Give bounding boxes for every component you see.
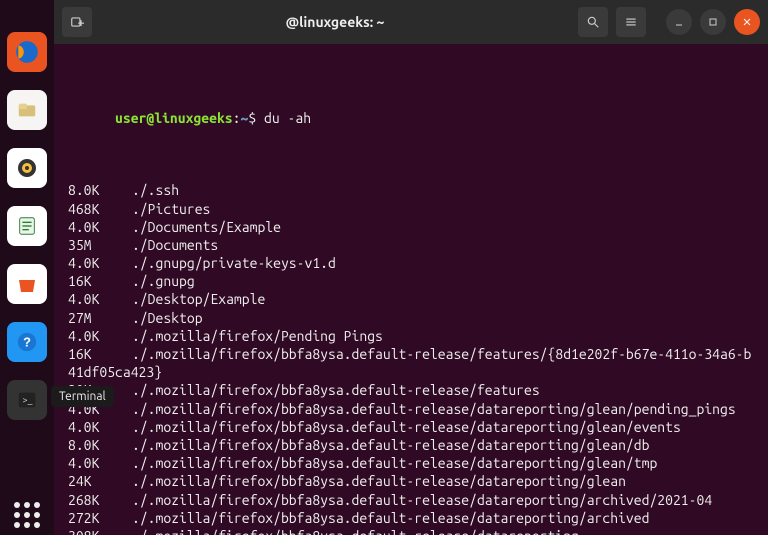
path-value: ./Documents [132,237,218,253]
path-value: ./.mozilla/firefox/bbfa8ysa.default-rele… [132,437,649,453]
menu-button[interactable] [616,7,646,37]
path-value: ./.mozilla/firefox/bbfa8ysa.default-rele… [132,382,540,398]
dock: ? >_ Terminal [0,0,54,535]
size-value: 4.0K [68,418,132,436]
size-value: 27M [68,309,132,327]
path-value: ./.mozilla/firefox/bbfa8ysa.default-rele… [132,401,736,417]
svg-text:>_: >_ [22,394,33,405]
prompt-line: user@linuxgeeks:~$ du -ah [68,90,754,145]
search-button[interactable] [578,7,608,37]
dock-icon-files[interactable] [7,90,47,130]
path-value: ./Documents/Example [132,219,281,235]
path-value: ./.gnupg [132,273,195,289]
size-value: 8.0K [68,436,132,454]
path-value: ./.mozilla/firefox/bbfa8ysa.default-rele… [132,419,681,435]
path-value: ./.mozilla/firefox/bbfa8ysa.default-rele… [132,528,579,535]
output-line: 8.0K./.ssh [68,181,754,199]
path-value: ./.mozilla/firefox/bbfa8ysa.default-rele… [132,510,649,526]
new-tab-button[interactable] [62,7,92,37]
dock-icon-firefox[interactable] [7,32,47,72]
dock-icon-apps[interactable] [7,495,47,535]
path-value: ./.mozilla/firefox/Pending Pings [132,328,383,344]
output-line: 35M./Documents [68,236,754,254]
size-value: 8.0K [68,181,132,199]
size-value: 16K [68,272,132,290]
output-line: 4.0K./.mozilla/firefox/bbfa8ysa.default-… [68,418,754,436]
dock-tooltip: Terminal [51,386,114,407]
size-value: 35M [68,236,132,254]
output-line: 4.0K./.mozilla/firefox/bbfa8ysa.default-… [68,454,754,472]
dock-icon-rhythmbox[interactable] [7,148,47,188]
output-line: 4.0K./.mozilla/firefox/Pending Pings [68,327,754,345]
size-value: 4.0K [68,290,132,308]
size-value: 4.0K [68,454,132,472]
titlebar: @linuxgeeks: ~ [54,0,768,44]
output-line: 4.0K./Documents/Example [68,218,754,236]
output-line: 272K./.mozilla/firefox/bbfa8ysa.default-… [68,509,754,527]
svg-text:?: ? [23,335,31,350]
size-value: 16K [68,345,132,363]
size-value: 268K [68,491,132,509]
output-line: 16K./.mozilla/firefox/bbfa8ysa.default-r… [68,345,754,381]
path-value: ./.mozilla/firefox/bbfa8ysa.default-rele… [68,346,751,380]
size-value: 4.0K [68,327,132,345]
output-line: 24K./.mozilla/firefox/bbfa8ysa.default-r… [68,472,754,490]
maximize-button[interactable] [700,9,726,35]
path-value: ./Desktop/Example [132,291,265,307]
path-value: ./.mozilla/firefox/bbfa8ysa.default-rele… [132,492,712,508]
terminal-body[interactable]: user@linuxgeeks:~$ du -ah 8.0K./.ssh468K… [54,44,768,535]
output-line: 27M./Desktop [68,309,754,327]
dock-icon-writer[interactable] [7,206,47,246]
path-value: ./.ssh [132,182,179,198]
size-value: 468K [68,200,132,218]
output-line: 468K./Pictures [68,200,754,218]
path-value: ./.mozilla/firefox/bbfa8ysa.default-rele… [132,455,657,471]
output-line: 4.0K./Desktop/Example [68,290,754,308]
output-line: 4.0K./.gnupg/private-keys-v1.d [68,254,754,272]
size-value: 4.0K [68,254,132,272]
path-value: ./Pictures [132,201,210,217]
path-value: ./.mozilla/firefox/bbfa8ysa.default-rele… [132,473,626,489]
dock-icon-terminal[interactable]: >_ Terminal [7,380,47,420]
dock-icon-help[interactable]: ? [7,322,47,362]
output-line: 4.0K./.mozilla/firefox/bbfa8ysa.default-… [68,400,754,418]
path-value: ./.gnupg/private-keys-v1.d [132,255,336,271]
size-value: 308K [68,527,132,535]
dock-icon-software[interactable] [7,264,47,304]
output-line: 268K./.mozilla/firefox/bbfa8ysa.default-… [68,491,754,509]
minimize-button[interactable] [666,9,692,35]
command-output: 8.0K./.ssh468K./Pictures4.0K./Documents/… [68,181,754,535]
command-text: du -ah [264,110,311,126]
size-value: 4.0K [68,218,132,236]
output-line: 8.0K./.mozilla/firefox/bbfa8ysa.default-… [68,436,754,454]
apps-grid-icon [9,497,45,533]
size-value: 272K [68,509,132,527]
close-button[interactable] [734,9,760,35]
path-value: ./Desktop [132,310,203,326]
window-title: @linuxgeeks: ~ [100,14,570,30]
terminal-window: @linuxgeeks: ~ user@linuxgeeks:~$ du -ah… [54,0,768,535]
size-value: 24K [68,472,132,490]
output-line: 16K./.gnupg [68,272,754,290]
output-line: 308K./.mozilla/firefox/bbfa8ysa.default-… [68,527,754,535]
prompt-userhost: user@linuxgeeks [115,110,233,126]
output-line: 20K./.mozilla/firefox/bbfa8ysa.default-r… [68,381,754,399]
